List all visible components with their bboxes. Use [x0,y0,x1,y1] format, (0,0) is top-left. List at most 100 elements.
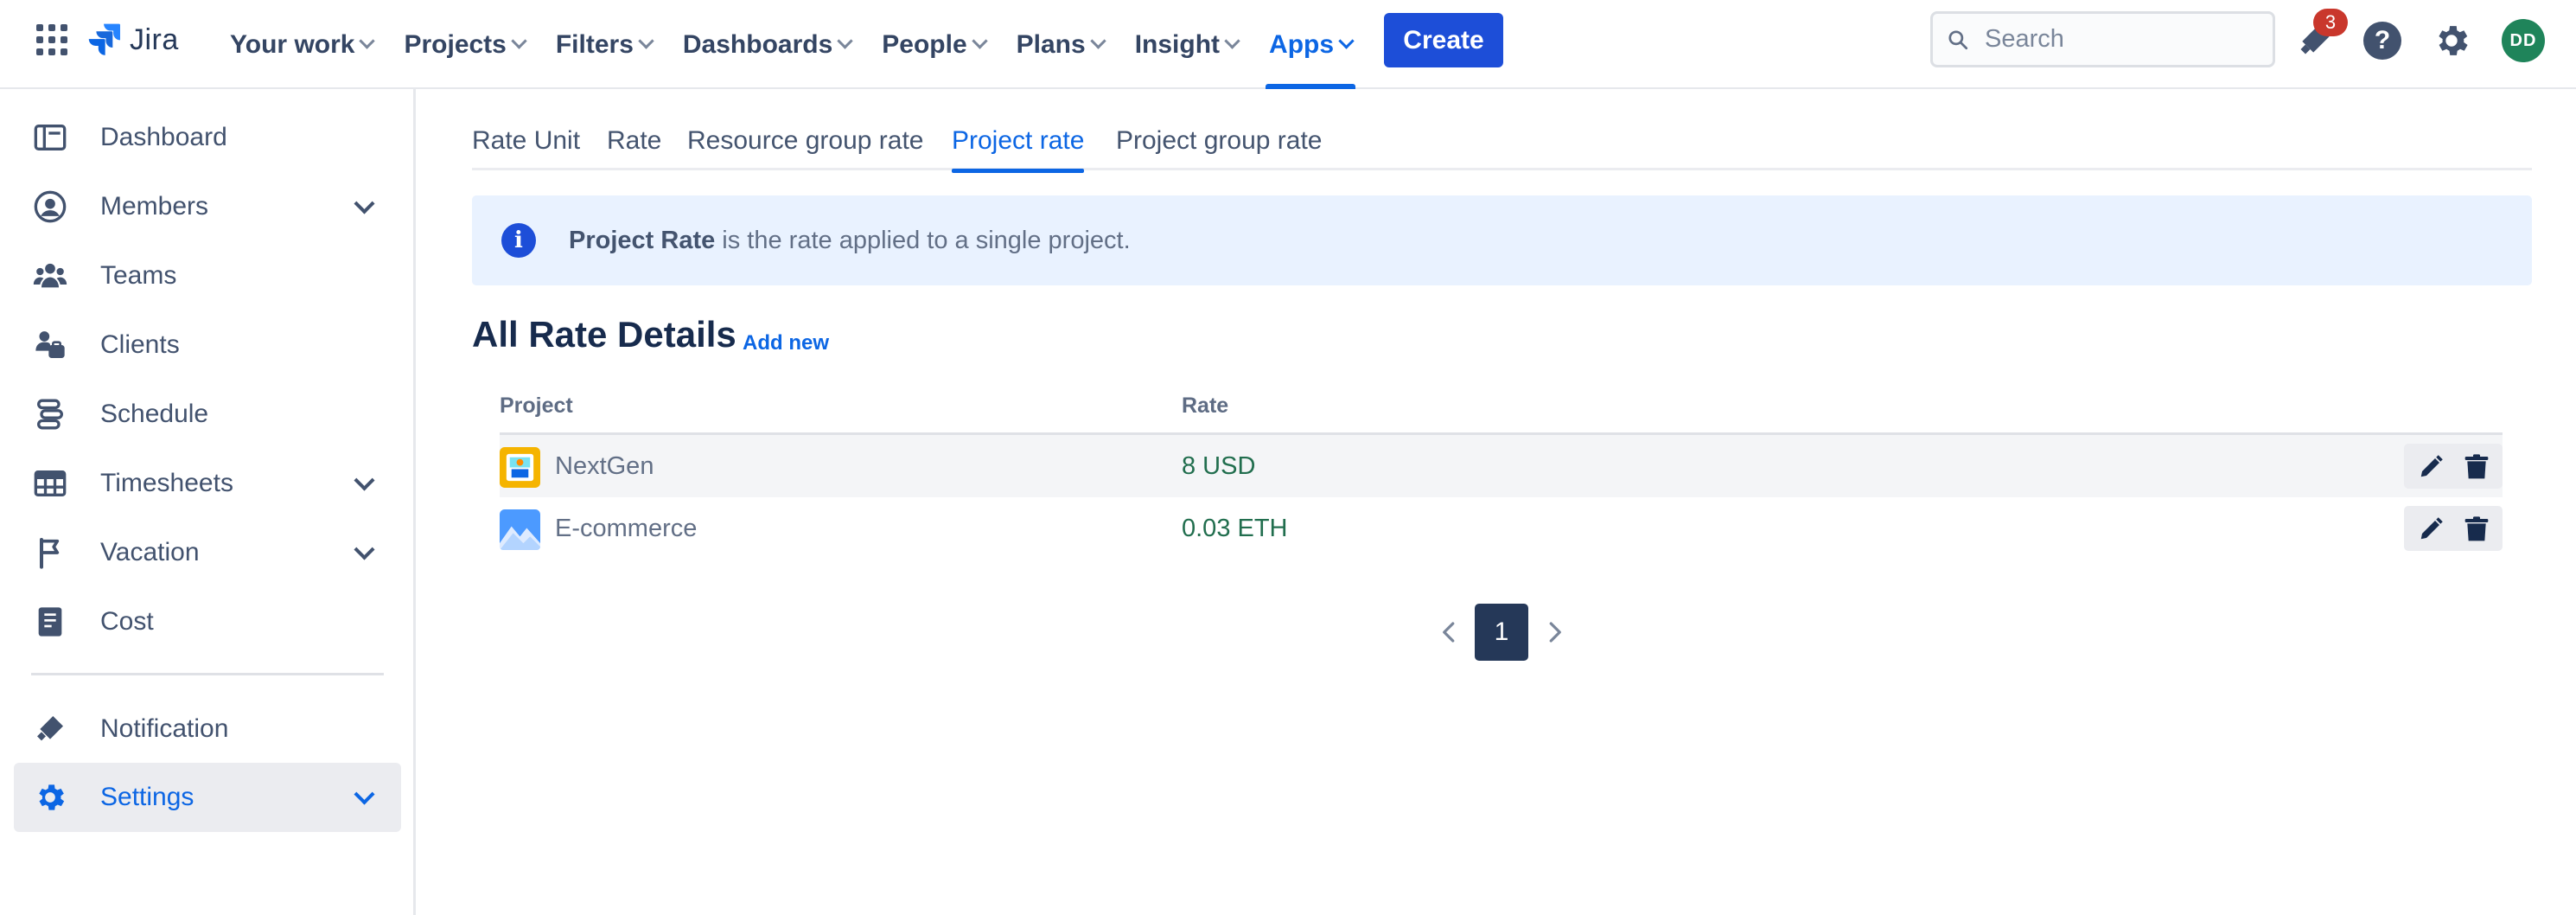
nav-label: Your work [230,29,355,59]
rate-tabs: Rate Unit Rate Resource group rate Proje… [472,116,2532,173]
nextgen-project-icon [500,447,540,488]
megaphone-icon [37,716,63,741]
add-new-link[interactable]: Add new [743,331,829,355]
info-icon: i [501,223,536,258]
sidebar-item-dashboard[interactable]: Dashboard [14,103,401,172]
chevron-left-icon[interactable] [1437,619,1463,645]
chevron-down-icon [1090,33,1106,49]
sidebar: Dashboard Members Teams Clients Schedule… [0,89,416,915]
nav-projects[interactable]: Projects [388,0,539,89]
info-banner: i Project Rate is the rate applied to a … [472,195,2532,285]
nav-plans[interactable]: Plans [1001,0,1119,89]
ecommerce-project-icon [500,509,540,550]
nav-insight[interactable]: Insight [1119,0,1253,89]
chevron-right-icon[interactable] [1541,619,1567,645]
rate-value: 8 USD [1182,452,1256,480]
rate-value: 0.03 ETH [1182,515,1288,542]
project-name[interactable]: E-commerce [555,515,697,543]
chevron-down-icon[interactable] [354,784,375,805]
search-box[interactable] [1930,11,2275,67]
row-actions [2404,506,2503,551]
delete-trash-icon[interactable] [2463,515,2490,544]
tab-rate-unit[interactable]: Rate Unit [472,116,580,170]
nav-people[interactable]: People [866,0,1000,89]
chevron-down-icon [638,33,654,49]
search-input[interactable] [1985,25,2261,54]
tab-project-rate[interactable]: Project rate [952,116,1085,173]
chevron-down-icon[interactable] [354,470,375,491]
project-name[interactable]: NextGen [555,452,654,481]
chevron-down-icon [1224,33,1240,49]
chevron-down-icon[interactable] [354,539,375,560]
tab-resource-group-rate[interactable]: Resource group rate [687,116,924,170]
sidebar-item-members[interactable]: Members [14,172,401,241]
table-row[interactable]: NextGen 8 USD [500,435,2503,497]
app-switcher-icon[interactable] [36,24,67,55]
sidebar-item-settings[interactable]: Settings [14,763,401,832]
chevron-down-icon[interactable] [354,193,375,214]
nav-filters[interactable]: Filters [540,0,667,89]
sidebar-item-label: Notification [100,714,229,743]
nav-label: People [882,29,967,59]
sidebar-item-label: Teams [100,261,177,290]
jira-wordmark: Jira [130,22,179,56]
people-group-icon [33,263,67,288]
nav-label: Projects [404,29,507,59]
help-icon[interactable]: ? [2363,22,2401,60]
nav-label: Plans [1016,29,1086,59]
jira-logo[interactable]: Jira [86,21,179,59]
nav-label: Apps [1269,29,1335,59]
edit-pencil-icon[interactable] [2418,516,2444,542]
edit-pencil-icon[interactable] [2418,454,2444,480]
chevron-down-icon [359,33,376,49]
sidebar-item-notification[interactable]: Notification [14,694,401,764]
user-avatar[interactable]: DD [2502,19,2545,62]
nav-label: Insight [1134,29,1221,59]
tab-rate[interactable]: Rate [607,116,661,170]
chevron-down-icon [1338,33,1355,49]
search-icon [1948,29,1968,49]
info-banner-bold: Project Rate [569,227,716,254]
nav-apps[interactable]: Apps [1253,0,1368,89]
sidebar-item-timesheets[interactable]: Timesheets [14,449,401,518]
sidebar-item-label: Settings [100,783,194,811]
sidebar-item-label: Clients [100,330,180,359]
section-title: All Rate Details [472,314,736,355]
settings-gear-icon[interactable] [2432,21,2471,61]
table-row[interactable]: E-commerce 0.03 ETH [500,497,2503,560]
chevron-down-icon [511,33,527,49]
sidebar-item-schedule[interactable]: Schedule [14,380,401,449]
sidebar-divider [31,673,384,675]
chevron-down-icon [837,33,853,49]
sidebar-item-vacation[interactable]: Vacation [14,518,401,587]
person-icon [34,190,67,223]
sidebar-item-cost[interactable]: Cost [14,587,401,656]
sidebar-item-label: Cost [100,607,154,636]
primary-nav: Your work Projects Filters Dashboards Pe… [214,0,1368,89]
flag-icon [40,538,60,569]
tab-project-group-rate[interactable]: Project group rate [1116,116,1322,170]
nav-dashboards[interactable]: Dashboards [667,0,866,89]
row-actions [2404,444,2503,489]
clients-icon [35,331,65,358]
notification-count-badge: 3 [2313,9,2348,36]
create-button[interactable]: Create [1384,13,1503,67]
sidebar-item-clients[interactable]: Clients [14,310,401,380]
info-banner-text: Project Rate is the rate applied to a si… [569,227,1131,255]
column-header-rate: Rate [1182,394,1229,418]
chevron-down-icon [971,33,988,49]
column-header-project: Project [500,394,573,418]
sidebar-item-label: Timesheets [100,469,233,497]
page-button-current[interactable]: 1 [1475,604,1528,661]
sidebar-item-label: Dashboard [100,123,227,151]
delete-trash-icon[interactable] [2463,452,2490,482]
nav-label: Dashboards [682,29,833,59]
sidebar-item-label: Schedule [100,400,209,428]
jira-logo-icon [88,23,120,55]
sidebar-item-label: Members [100,192,209,221]
sidebar-item-teams[interactable]: Teams [14,241,401,310]
sidebar-item-label: Vacation [100,538,200,566]
dashboard-icon [34,125,67,150]
receipt-icon [38,607,62,637]
nav-your-work[interactable]: Your work [214,0,388,89]
